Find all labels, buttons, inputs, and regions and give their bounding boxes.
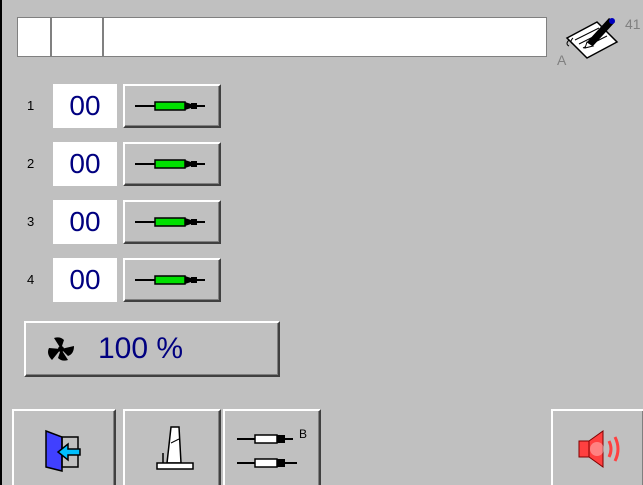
alarm-button[interactable] — [551, 409, 643, 485]
status-bar — [17, 17, 547, 59]
syringe-icon — [135, 159, 205, 169]
syringe-icon — [135, 275, 205, 285]
status-cell-b — [51, 17, 103, 57]
tool-row-value[interactable]: 00 — [53, 84, 117, 128]
measure-button[interactable] — [123, 409, 221, 485]
tool-row-index: 1 — [27, 98, 35, 113]
syringe-icon — [135, 217, 205, 227]
speaker-alarm-icon — [578, 430, 620, 468]
syringe-icon — [135, 101, 205, 111]
tool-row-button[interactable] — [123, 142, 221, 186]
tool-row-index: 2 — [27, 156, 35, 171]
tool-row-button[interactable] — [123, 200, 221, 244]
fan-icon — [48, 337, 74, 361]
tool-row-value[interactable]: 00 — [53, 142, 117, 186]
measure-icon — [156, 426, 194, 470]
notepad-icon — [565, 18, 619, 59]
exit-door-icon — [45, 429, 81, 472]
tool-row-value[interactable]: 00 — [53, 200, 117, 244]
tool-row-index: 4 — [27, 272, 35, 287]
speed-percent-value: 100 % — [98, 332, 184, 365]
notepad-label-a: A — [557, 52, 567, 68]
exit-button[interactable] — [12, 409, 116, 485]
screen: A 41 1 00 2 00 3 00 4 00 100 % B — [0, 0, 643, 485]
tool-row-button[interactable] — [123, 258, 221, 302]
tool-row-index: 3 — [27, 214, 35, 229]
tools-swap-label: B — [299, 427, 308, 441]
notepad-label-number: 41 — [625, 16, 641, 32]
tools-swap-button[interactable]: B — [223, 409, 321, 485]
tool-row-value[interactable]: 00 — [53, 258, 117, 302]
status-message — [103, 17, 547, 57]
speed-percent-button[interactable]: 100 % — [24, 321, 280, 377]
tool-row-button[interactable] — [123, 84, 221, 128]
notepad-button[interactable]: A 41 — [557, 12, 643, 70]
status-cell-a — [17, 17, 51, 57]
